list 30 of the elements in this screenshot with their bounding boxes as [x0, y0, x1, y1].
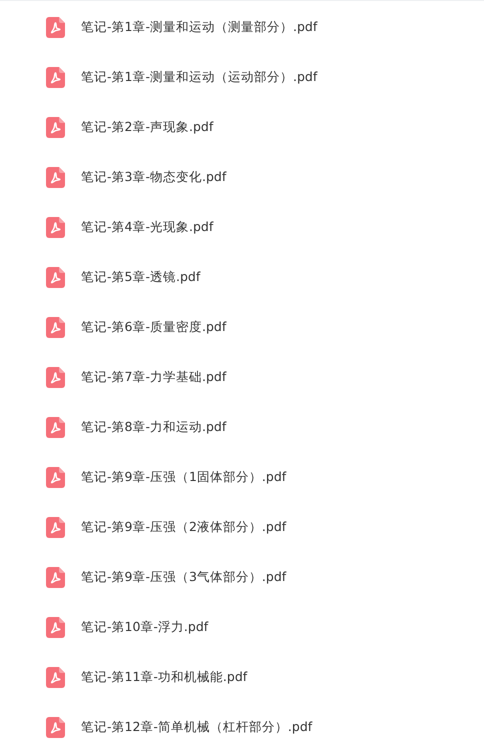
file-name[interactable]: 笔记-第5章-透镜.pdf — [81, 268, 200, 286]
file-name[interactable]: 笔记-第10章-浮力.pdf — [81, 618, 208, 636]
pdf-file-icon — [46, 366, 65, 388]
pdf-file-icon — [46, 66, 65, 88]
pdf-file-icon — [46, 516, 65, 538]
file-name[interactable]: 笔记-第7章-力学基础.pdf — [81, 368, 226, 386]
pdf-file-icon — [46, 616, 65, 638]
pdf-file-icon — [46, 316, 65, 338]
file-name[interactable]: 笔记-第9章-压强（1固体部分）.pdf — [81, 468, 286, 486]
file-name[interactable]: 笔记-第2章-声现象.pdf — [81, 118, 214, 136]
file-name[interactable]: 笔记-第3章-物态变化.pdf — [81, 168, 226, 186]
pdf-file-icon — [46, 416, 65, 438]
pdf-file-icon — [46, 716, 65, 738]
file-name[interactable]: 笔记-第1章-测量和运动（测量部分）.pdf — [81, 18, 318, 36]
file-name[interactable]: 笔记-第8章-力和运动.pdf — [81, 418, 226, 436]
pdf-file-icon — [46, 266, 65, 288]
file-name[interactable]: 笔记-第9章-压强（3气体部分）.pdf — [81, 568, 286, 586]
pdf-file-icon — [46, 466, 65, 488]
pdf-file-icon — [46, 566, 65, 588]
file-name[interactable]: 笔记-第4章-光现象.pdf — [81, 218, 214, 236]
pdf-file-icon — [46, 216, 65, 238]
pdf-file-icon — [46, 116, 65, 138]
file-name[interactable]: 笔记-第11章-功和机械能.pdf — [81, 668, 248, 686]
pdf-file-icon — [46, 666, 65, 688]
file-name[interactable]: 笔记-第6章-质量密度.pdf — [81, 318, 226, 336]
file-name[interactable]: 笔记-第9章-压强（2液体部分）.pdf — [81, 518, 286, 536]
file-name[interactable]: 笔记-第1章-测量和运动（运动部分）.pdf — [81, 68, 318, 86]
pdf-file-icon — [46, 166, 65, 188]
pdf-file-icon — [46, 16, 65, 38]
file-name[interactable]: 笔记-第12章-简单机械（杠杆部分）.pdf — [81, 718, 312, 736]
